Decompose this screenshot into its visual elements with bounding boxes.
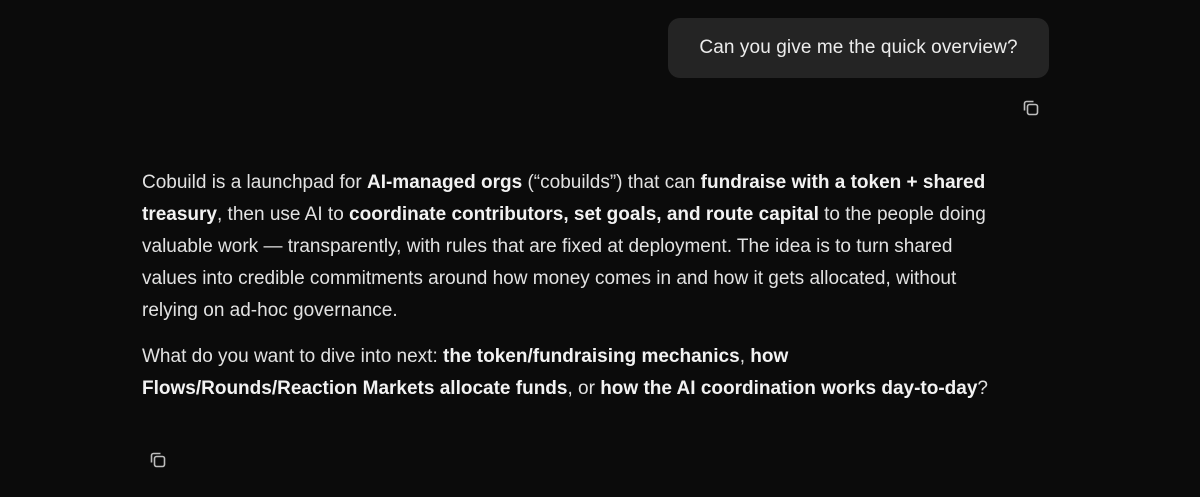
copy-icon [1021, 98, 1041, 118]
bold-run: the token/fundraising mechanics [443, 346, 740, 367]
text-run: What do you want to dive into next: [142, 346, 444, 367]
copy-user-message-button[interactable] [1019, 96, 1043, 120]
text-run: ? [977, 378, 988, 399]
bold-run: AI-managed orgs [366, 172, 523, 193]
text-run: (“cobuilds”) that can [522, 172, 701, 193]
user-message-bubble: Can you give me the quick overview? [668, 18, 1049, 78]
copy-icon [148, 450, 168, 470]
text-run: , or [567, 378, 601, 399]
text-run: Cobuild is a launchpad for [142, 172, 367, 193]
bold-run: how the AI coordination works day-to-day [600, 378, 978, 399]
text-run: , [739, 346, 751, 367]
user-message-text: Can you give me the quick overview? [699, 37, 1018, 58]
assistant-paragraph-overview: Cobuild is a launchpad for AI-managed or… [142, 167, 1002, 327]
assistant-paragraph-followup: What do you want to dive into next: the … [142, 341, 1002, 405]
copy-assistant-message-button[interactable] [146, 448, 170, 472]
assistant-message: Cobuild is a launchpad for AI-managed or… [142, 167, 1002, 405]
text-run: , then use AI to [217, 204, 350, 225]
bold-run: coordinate contributors, set goals, and … [349, 204, 819, 225]
chat-thread: Can you give me the quick overview? Cobu… [0, 0, 1200, 497]
